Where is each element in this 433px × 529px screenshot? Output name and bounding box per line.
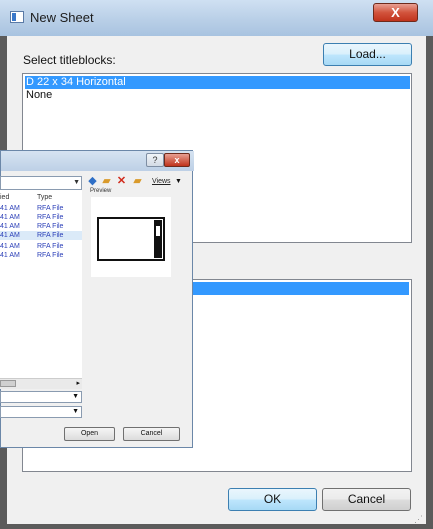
scroll-right-icon[interactable]: ▸ (76, 379, 80, 387)
preview-label: Preview (90, 188, 112, 194)
close-button[interactable]: X (373, 3, 418, 22)
delete-icon[interactable]: ✕ (116, 176, 127, 187)
cancel-button[interactable]: Cancel (322, 488, 411, 511)
column-header-type[interactable]: Type (37, 194, 52, 201)
new-folder-icon[interactable]: ▰ (132, 176, 143, 187)
titleblock-preview-image (97, 217, 165, 261)
horizontal-scrollbar[interactable]: ▸ (0, 378, 82, 389)
open-dialog-close-button[interactable]: x (164, 153, 190, 167)
window-title: New Sheet (30, 10, 94, 25)
table-row[interactable]: 41 AM RFA File (0, 204, 82, 213)
views-menu[interactable]: Views (152, 178, 171, 185)
table-row[interactable]: 41 AM RFA File (0, 242, 82, 251)
chevron-down-icon: ▼ (72, 408, 79, 415)
scrollbar-thumb[interactable] (0, 380, 16, 387)
ok-button[interactable]: OK (228, 488, 317, 511)
chevron-down-icon: ▼ (73, 179, 80, 186)
window-icon (10, 11, 24, 23)
open-button[interactable]: Open (64, 427, 115, 441)
load-button[interactable]: Load... (323, 43, 412, 66)
help-button[interactable]: ? (146, 153, 164, 167)
table-row[interactable]: 41 AM RFA File (0, 213, 82, 222)
open-dialog-cancel-button[interactable]: Cancel (123, 427, 180, 441)
resize-grip-icon[interactable]: ⋰ (414, 514, 426, 526)
column-header-modified[interactable]: ied (0, 194, 9, 201)
select-titleblocks-label: Select titleblocks: (23, 53, 116, 67)
back-icon[interactable]: ◆ (87, 176, 98, 187)
views-chevron-icon[interactable]: ▼ (175, 178, 182, 185)
up-folder-icon[interactable]: ▰ (101, 176, 112, 187)
table-row[interactable]: 41 AM RFA File (0, 251, 82, 260)
chevron-down-icon: ▼ (72, 393, 79, 400)
file-type-select[interactable]: ▼ (0, 406, 82, 418)
file-name-field[interactable]: ▼ (0, 391, 82, 403)
list-item[interactable]: None (25, 89, 52, 102)
table-row[interactable]: 41 AM RFA File (0, 222, 82, 231)
look-in-dropdown[interactable]: ▼ (0, 176, 82, 190)
table-row-selected[interactable]: 41 AM RFA File (0, 231, 82, 240)
list-item[interactable]: D 22 x 34 Horizontal (25, 76, 410, 89)
